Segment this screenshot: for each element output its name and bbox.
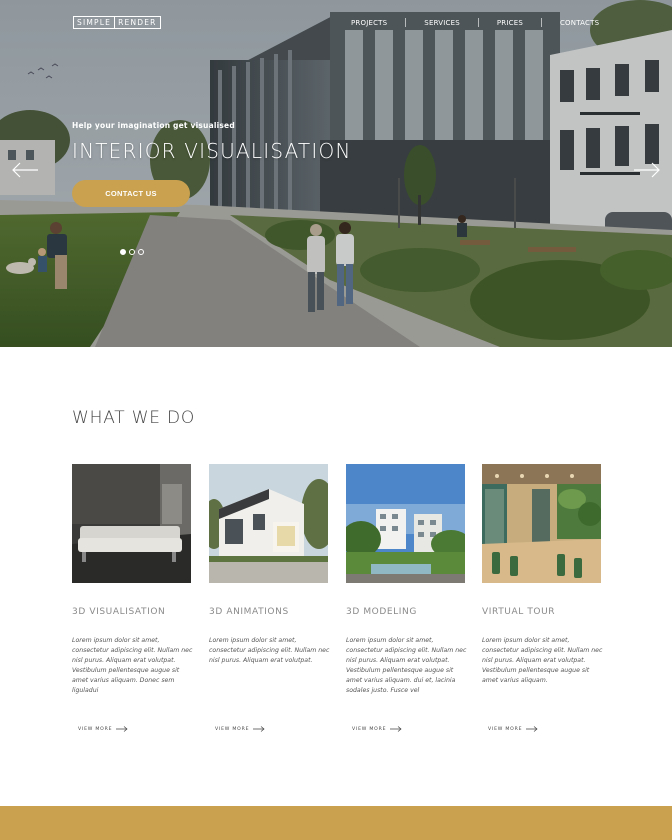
service-image-animations[interactable] — [209, 464, 328, 583]
slider-pagination — [120, 249, 144, 255]
service-description: Lorem ipsum dolor sit amet, consectetur … — [72, 637, 193, 694]
service-card: VIRTUAL TOUR Lorem ipsum dolor sit amet,… — [482, 464, 602, 732]
view-more-link[interactable]: VIEW MORE — [215, 726, 265, 732]
view-more-link[interactable]: VIEW MORE — [78, 726, 128, 732]
arrow-right-icon — [253, 726, 265, 732]
arrow-right-icon[interactable] — [632, 160, 662, 180]
section-title: WHAT WE DO — [72, 408, 196, 428]
site-logo[interactable]: SIMPLE RENDER — [73, 16, 161, 29]
slider-dot-1[interactable] — [120, 249, 126, 255]
logo-right-text: RENDER — [118, 17, 157, 27]
view-more-label: VIEW MORE — [215, 726, 250, 732]
service-image-visualisation[interactable] — [72, 464, 191, 583]
arrow-right-icon — [116, 726, 128, 732]
view-more-label: VIEW MORE — [352, 726, 387, 732]
nav-contacts[interactable]: CONTACTS — [560, 19, 599, 27]
service-image-virtual-tour[interactable] — [482, 464, 601, 583]
service-description: Lorem ipsum dolor sit amet, consectetur … — [209, 637, 330, 664]
nav-prices[interactable]: PRICES — [497, 19, 523, 27]
arrow-right-icon — [526, 726, 538, 732]
view-more-link[interactable]: VIEW MORE — [352, 726, 402, 732]
service-name: 3D MODELING — [346, 607, 417, 617]
hero-background-image — [0, 0, 672, 347]
hero-slider: SIMPLE RENDER PROJECTS SERVICES PRICES C… — [0, 0, 672, 347]
view-more-label: VIEW MORE — [78, 726, 113, 732]
contact-us-button[interactable]: CONTACT US — [72, 180, 190, 207]
service-description: Lorem ipsum dolor sit amet, consectetur … — [482, 637, 603, 684]
footer-band — [0, 806, 672, 840]
slider-dot-3[interactable] — [138, 249, 144, 255]
service-name: 3D ANIMATIONS — [209, 607, 289, 617]
nav-divider — [477, 18, 479, 27]
main-nav: PROJECTS SERVICES PRICES CONTACTS — [351, 18, 599, 27]
service-image-modeling[interactable] — [346, 464, 465, 583]
service-card: 3D ANIMATIONS Lorem ipsum dolor sit amet… — [209, 464, 329, 732]
service-name: 3D VISUALISATION — [72, 607, 166, 617]
service-card: 3D MODELING Lorem ipsum dolor sit amet, … — [346, 464, 466, 732]
service-name: VIRTUAL TOUR — [482, 607, 556, 617]
logo-left-text: SIMPLE — [77, 17, 112, 27]
view-more-link[interactable]: VIEW MORE — [488, 726, 538, 732]
arrow-left-icon[interactable] — [10, 160, 40, 180]
hero-kicker: Help your imagination get visualised — [72, 121, 235, 130]
service-card: 3D VISUALISATION Lorem ipsum dolor sit a… — [72, 464, 192, 732]
nav-services[interactable]: SERVICES — [424, 19, 460, 27]
arrow-right-icon — [390, 726, 402, 732]
hero-title: INTERIOR VISUALISATION — [72, 139, 352, 163]
view-more-label: VIEW MORE — [488, 726, 523, 732]
nav-projects[interactable]: PROJECTS — [351, 19, 387, 27]
service-description: Lorem ipsum dolor sit amet, consectetur … — [346, 637, 467, 694]
nav-divider — [540, 18, 542, 27]
nav-divider — [405, 18, 407, 27]
slider-dot-2[interactable] — [129, 249, 135, 255]
